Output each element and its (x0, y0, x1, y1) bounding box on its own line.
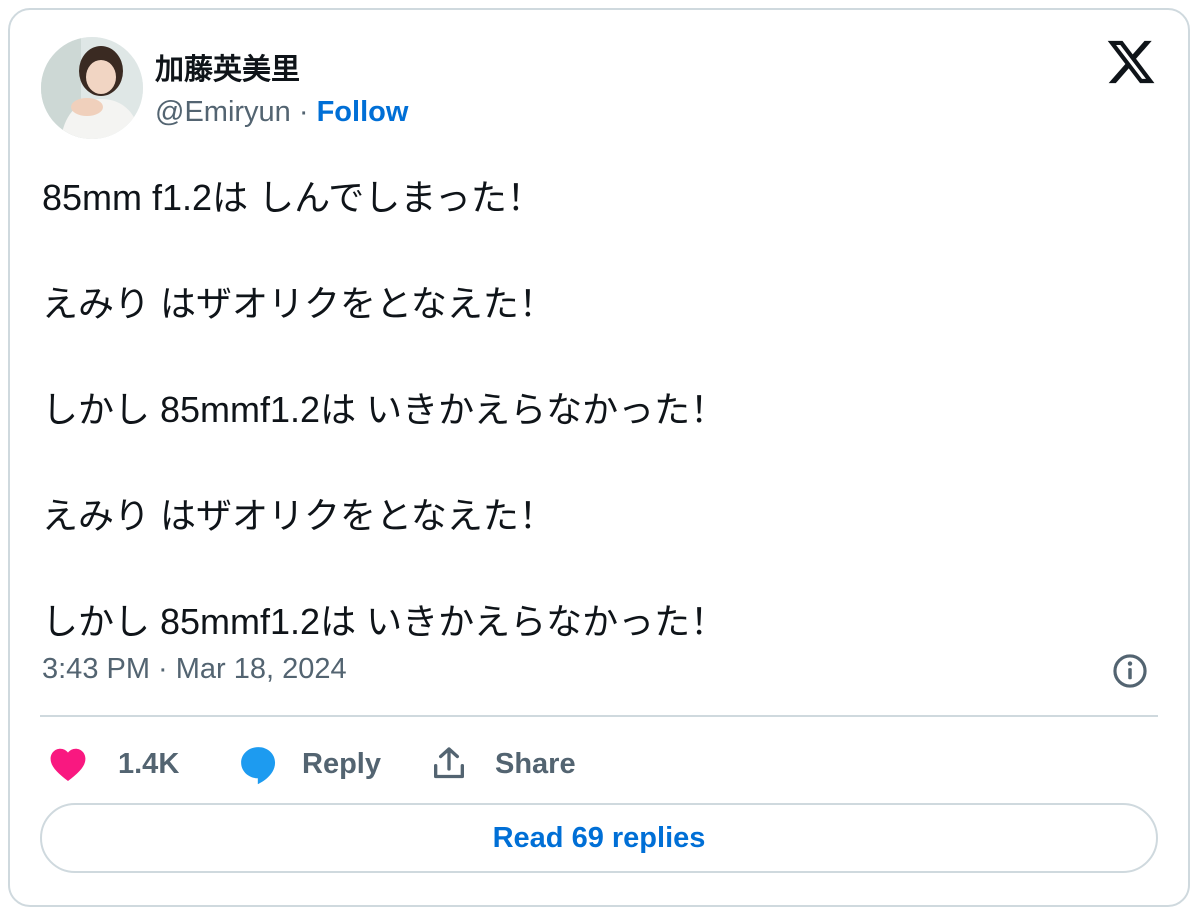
author-handle[interactable]: @Emiryun (155, 96, 291, 128)
info-icon[interactable] (1111, 652, 1149, 690)
share-upload-icon (434, 747, 464, 779)
speech-bubble-icon (241, 747, 276, 785)
tweet-line: しかし 85mmf1.2は いきかえらなかった！ (42, 389, 727, 430)
reply-button[interactable]: Reply (236, 740, 381, 788)
share-button[interactable]: Share (429, 740, 576, 788)
avatar[interactable] (41, 37, 143, 139)
tweet-line: 85mm f1.2は しんでしまった！ (42, 177, 543, 218)
like-count: 1.4K (118, 747, 180, 780)
heart-icon (50, 748, 86, 782)
tweet-line: えみり はザオリクをとなえた！ (42, 283, 555, 324)
tweet-embed-card: 加藤英美里 @Emiryun · Follow 85mm f1.2は しんでしま… (8, 8, 1190, 907)
handle-separator: · (290, 96, 317, 128)
tweet-text: 85mm f1.2は しんでしまった！ えみり はザオリクをとなえた！ しかし … (42, 172, 1162, 702)
tweet-timestamp[interactable]: 3:43 PM · Mar 18, 2024 (42, 653, 347, 686)
reply-label: Reply (302, 747, 381, 780)
author-name[interactable]: 加藤英美里 (155, 46, 300, 88)
like-button[interactable]: 1.4K (46, 740, 179, 788)
tweet-line: えみり はザオリクをとなえた！ (42, 495, 555, 536)
x-logo-icon[interactable] (1105, 36, 1157, 88)
handle-row: @Emiryun · Follow (155, 96, 408, 129)
read-replies-button[interactable]: Read 69 replies (40, 803, 1158, 873)
tweet-line: しかし 85mmf1.2は いきかえらなかった！ (42, 601, 727, 642)
divider (40, 715, 1158, 717)
follow-link[interactable]: Follow (317, 96, 409, 128)
share-label: Share (495, 747, 576, 780)
